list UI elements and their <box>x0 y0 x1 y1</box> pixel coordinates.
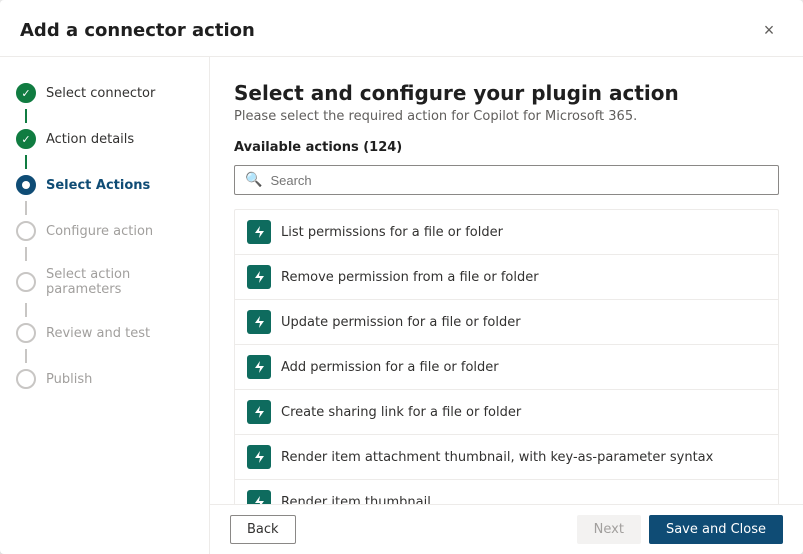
sidebar-item-review-and-test: Review and test <box>0 317 209 349</box>
action-icon-2 <box>247 310 271 334</box>
action-label-5: Render item attachment thumbnail, with k… <box>281 450 713 465</box>
action-label-2: Update permission for a file or folder <box>281 315 521 330</box>
search-input[interactable] <box>270 173 768 188</box>
step-label-select-action-parameters: Select action parameters <box>46 267 193 297</box>
dialog-header: Add a connector action × <box>0 0 803 57</box>
action-label-6: Render item thumbnail <box>281 495 431 505</box>
sidebar: Select connector Action details Select Act… <box>0 57 210 554</box>
sidebar-item-action-details[interactable]: Action details <box>0 123 209 155</box>
back-button[interactable]: Back <box>230 515 296 544</box>
action-item-1[interactable]: Remove permission from a file or folder <box>234 254 779 299</box>
available-actions-label: Available actions (124) <box>234 140 779 155</box>
action-label-4: Create sharing link for a file or folder <box>281 405 521 420</box>
step-circle-action-details <box>16 129 36 149</box>
main-body: Select and configure your plugin action … <box>210 57 803 504</box>
footer-right: Next Save and Close <box>577 515 783 544</box>
step-connector-3 <box>25 201 27 215</box>
step-circle-configure-action <box>16 221 36 241</box>
sidebar-item-select-actions[interactable]: Select Actions <box>0 169 209 201</box>
section-title: Select and configure your plugin action <box>234 81 779 105</box>
step-connector-1 <box>25 109 27 123</box>
search-box: 🔍 <box>234 165 779 195</box>
action-list: List permissions for a file or folder Rem… <box>234 209 779 504</box>
sidebar-item-select-connector[interactable]: Select connector <box>0 77 209 109</box>
next-button: Next <box>577 515 641 544</box>
action-item-6[interactable]: Render item thumbnail <box>234 479 779 504</box>
step-circle-select-connector <box>16 83 36 103</box>
action-icon-4 <box>247 400 271 424</box>
main-content: Select and configure your plugin action … <box>210 57 803 554</box>
action-icon-0 <box>247 220 271 244</box>
search-icon: 🔍 <box>245 172 262 188</box>
action-item-3[interactable]: Add permission for a file or folder <box>234 344 779 389</box>
dialog-body: Select connector Action details Select Act… <box>0 57 803 554</box>
action-icon-1 <box>247 265 271 289</box>
sidebar-item-configure-action: Configure action <box>0 215 209 247</box>
action-label-3: Add permission for a file or folder <box>281 360 499 375</box>
dialog: Add a connector action × Select connecto… <box>0 0 803 554</box>
action-icon-3 <box>247 355 271 379</box>
step-circle-select-action-parameters <box>16 272 36 292</box>
sidebar-item-publish: Publish <box>0 363 209 395</box>
action-icon-5 <box>247 445 271 469</box>
action-item-2[interactable]: Update permission for a file or folder <box>234 299 779 344</box>
step-circle-review-and-test <box>16 323 36 343</box>
step-connector-4 <box>25 247 27 261</box>
dialog-footer: Back Next Save and Close <box>210 504 803 554</box>
step-connector-6 <box>25 349 27 363</box>
close-button[interactable]: × <box>755 16 783 44</box>
step-connector-2 <box>25 155 27 169</box>
sidebar-item-select-action-parameters: Select action parameters <box>0 261 209 303</box>
step-label-review-and-test: Review and test <box>46 326 150 341</box>
step-label-select-connector: Select connector <box>46 86 155 101</box>
dialog-title: Add a connector action <box>20 20 255 41</box>
action-item-0[interactable]: List permissions for a file or folder <box>234 209 779 254</box>
step-label-action-details: Action details <box>46 132 134 147</box>
step-connector-5 <box>25 303 27 317</box>
step-label-publish: Publish <box>46 372 92 387</box>
action-label-0: List permissions for a file or folder <box>281 225 503 240</box>
action-item-4[interactable]: Create sharing link for a file or folder <box>234 389 779 434</box>
action-icon-6 <box>247 490 271 504</box>
section-subtitle: Please select the required action for Co… <box>234 109 779 124</box>
action-item-5[interactable]: Render item attachment thumbnail, with k… <box>234 434 779 479</box>
save-close-button[interactable]: Save and Close <box>649 515 783 544</box>
footer-left: Back <box>230 515 296 544</box>
action-label-1: Remove permission from a file or folder <box>281 270 539 285</box>
step-label-select-actions: Select Actions <box>46 178 150 193</box>
step-circle-select-actions <box>16 175 36 195</box>
step-label-configure-action: Configure action <box>46 224 153 239</box>
step-circle-publish <box>16 369 36 389</box>
